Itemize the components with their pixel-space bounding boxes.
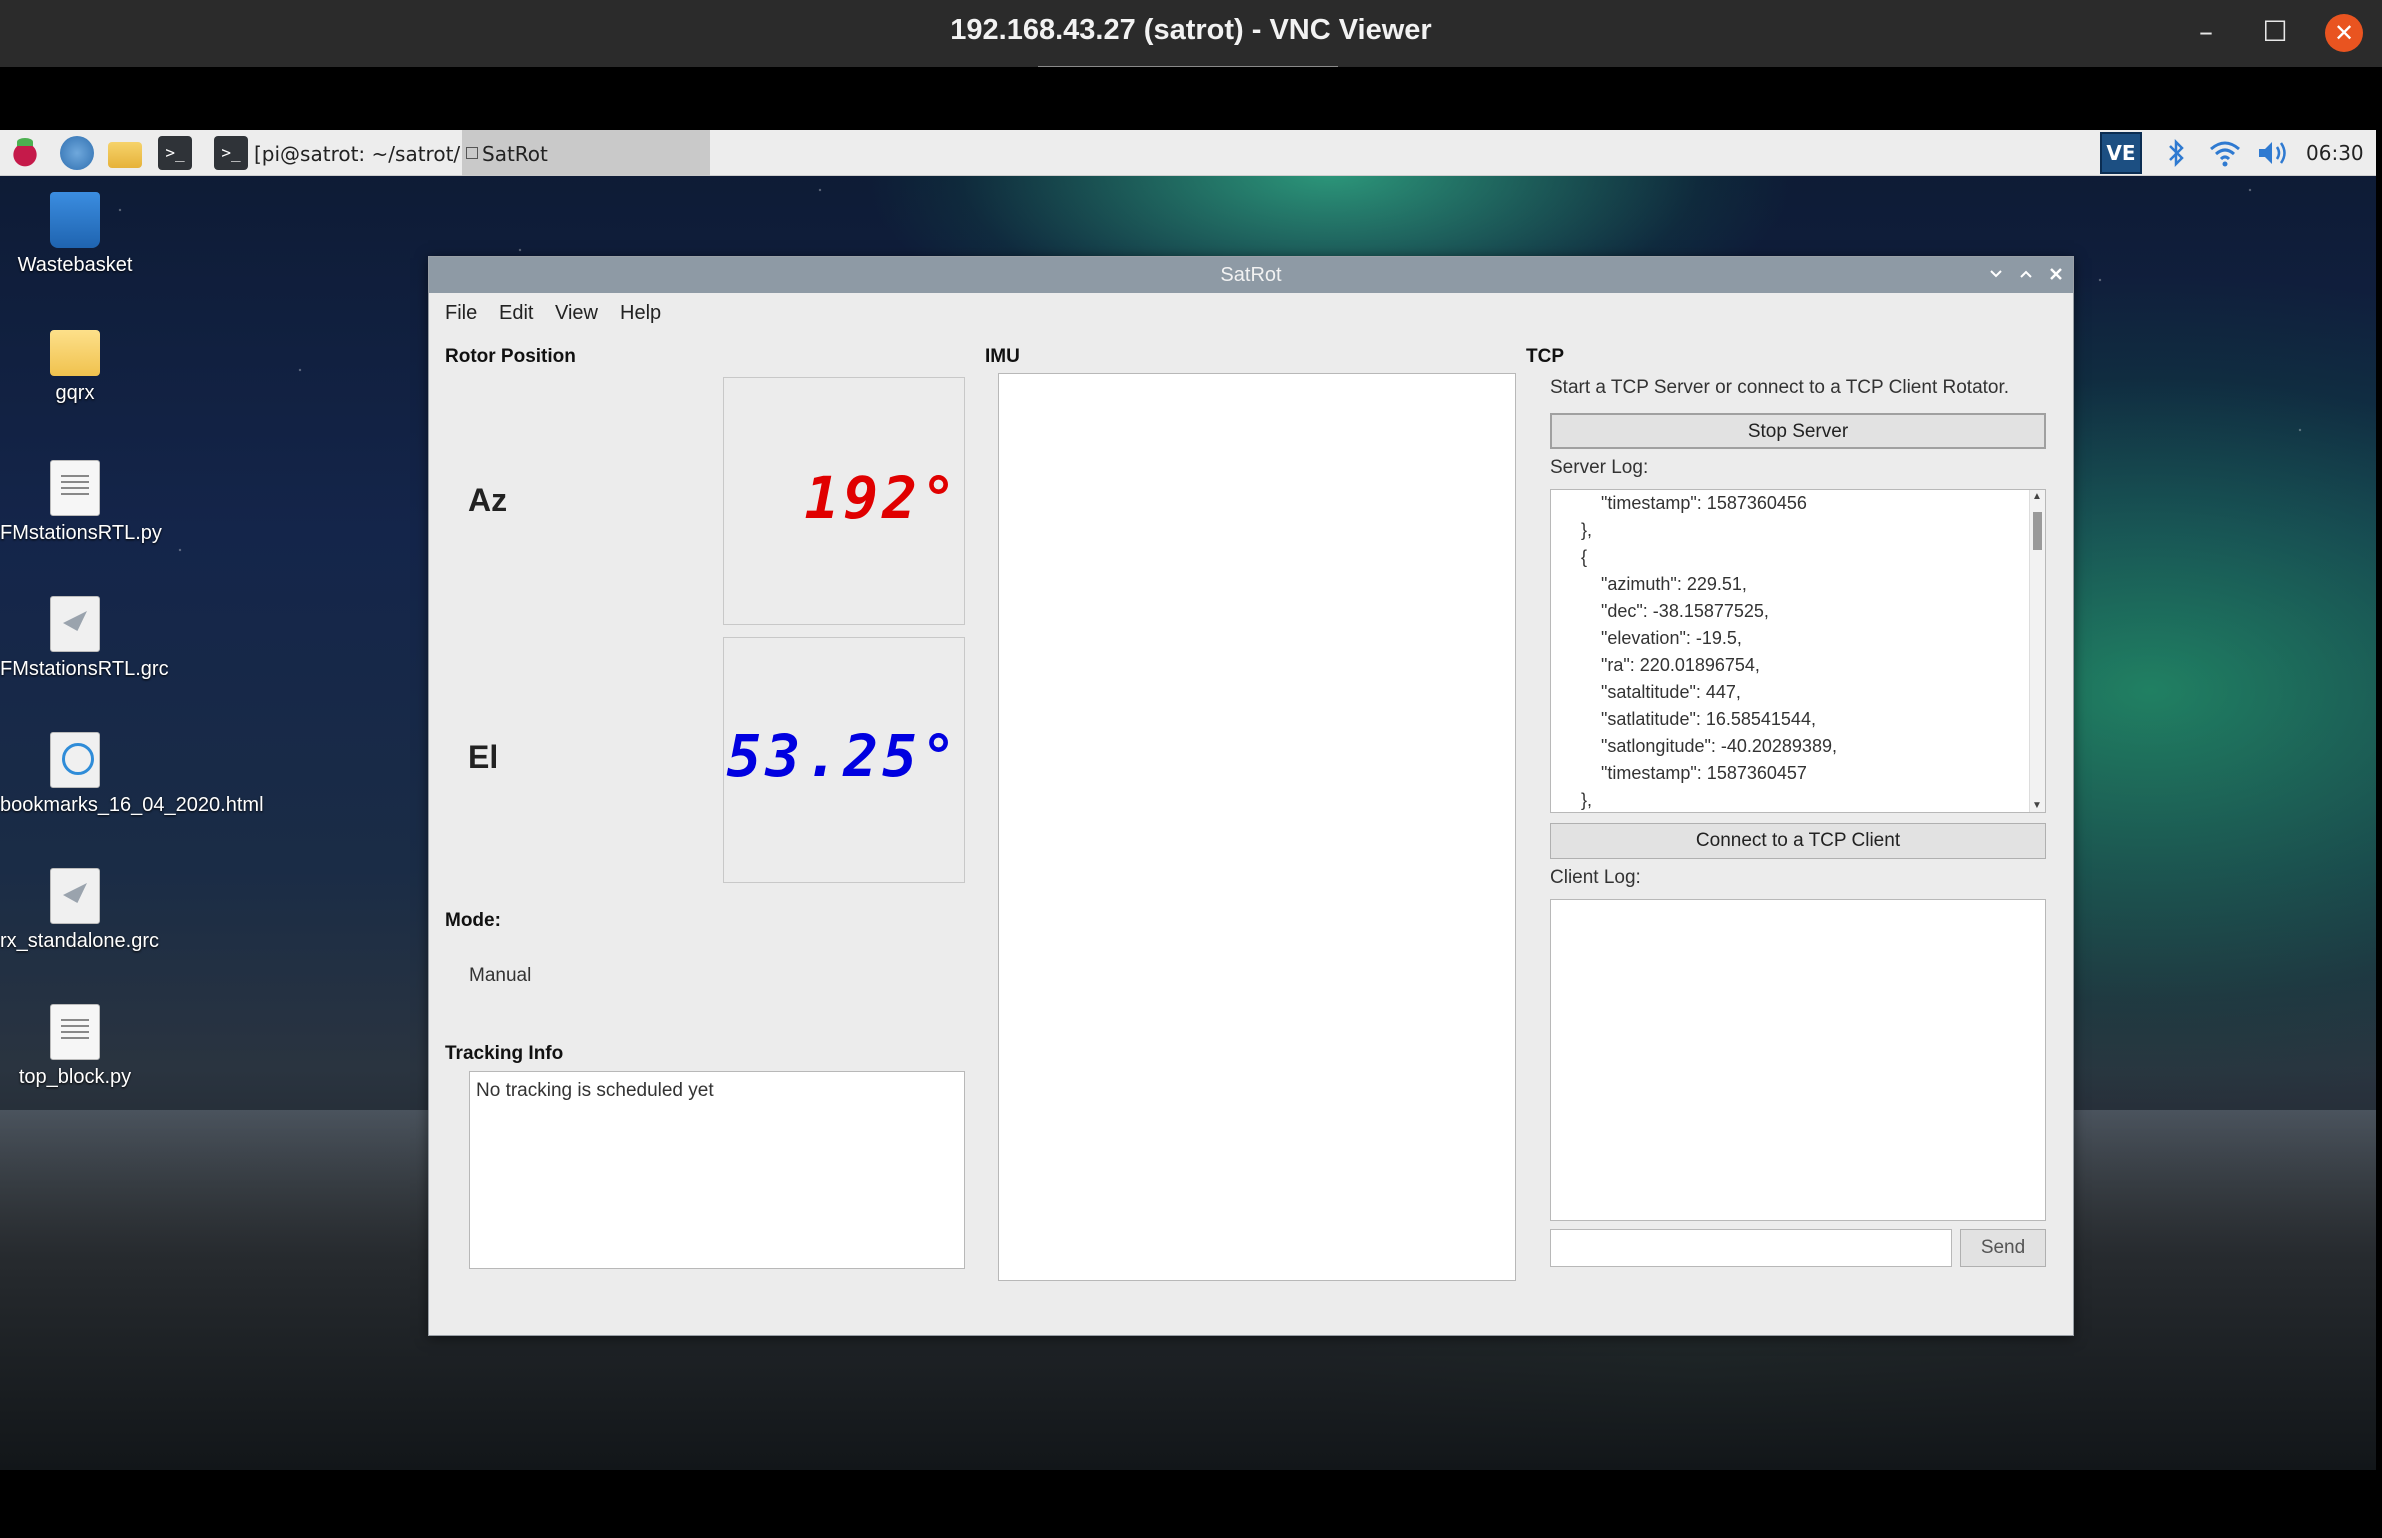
menu-view[interactable]: View	[555, 302, 598, 325]
server-log-label: Server Log:	[1550, 457, 1649, 478]
window-icon	[466, 147, 478, 159]
scroll-down-icon[interactable]: ▼	[2032, 800, 2042, 811]
tracking-info-box[interactable]: No tracking is scheduled yet	[469, 1071, 965, 1269]
web-browser-icon[interactable]	[60, 136, 94, 170]
vnc-letterbox-top	[0, 67, 2382, 130]
taskbar-panel: >_ >_ [pi@satrot: ~/satrot/... SatRot VE…	[0, 130, 2376, 176]
desktop-icon-bookmarks-html[interactable]: bookmarks_16_04_2020.html	[0, 732, 264, 819]
vnc-window-title: 192.168.43.27 (satrot) - VNC Viewer	[950, 14, 1432, 46]
taskbar-item-terminal[interactable]: >_ [pi@satrot: ~/satrot/...	[212, 134, 479, 172]
trash-icon	[50, 192, 100, 248]
connect-tcp-client-button[interactable]: Connect to a TCP Client	[1550, 823, 2046, 859]
azimuth-display: 192°	[723, 377, 965, 625]
file-manager-icon[interactable]	[108, 142, 142, 168]
grc-file-icon	[50, 868, 100, 924]
desktop-icon-gqrx[interactable]: gqrx	[0, 320, 150, 407]
desktop-icon-label: FMstationsRTL.grc	[0, 658, 169, 680]
menu-help[interactable]: Help	[620, 302, 661, 325]
close-icon	[2050, 268, 2062, 280]
window-titlebar[interactable]: SatRot	[429, 257, 2073, 293]
chevron-up-icon	[2020, 270, 2032, 278]
client-message-input[interactable]	[1550, 1229, 1952, 1267]
scrollbar-thumb[interactable]	[2033, 512, 2042, 550]
vnc-letterbox-right	[2376, 130, 2382, 1470]
server-log-text: "timestamp": 1587360456 }, { "azimuth": …	[1581, 493, 1837, 810]
close-button[interactable]: ✕	[2321, 10, 2367, 54]
close-icon: ✕	[2325, 14, 2363, 52]
menu-edit[interactable]: Edit	[499, 302, 533, 325]
scroll-up-icon[interactable]: ▲	[2032, 491, 2042, 502]
vnc-server-icon[interactable]: VE	[2100, 132, 2142, 174]
desktop-icon-label: bookmarks_16_04_2020.html	[0, 794, 264, 816]
menubar: File Edit View Help	[429, 293, 2073, 331]
satrot-window: SatRot File Edit View Help Rotor Positio…	[428, 256, 2074, 1336]
client-log-label: Client Log:	[1550, 867, 1641, 888]
desktop-icon-label: gqrx	[55, 382, 95, 404]
wifi-icon[interactable]	[2208, 138, 2242, 175]
vnc-letterbox-bottom	[0, 1470, 2382, 1538]
desktop-icon-label: FMstationsRTL.py	[0, 522, 162, 544]
tracking-info-title: Tracking Info	[445, 1043, 564, 1064]
desktop-icon-rx-standalone-grc[interactable]: rx_standalone.grc	[0, 868, 159, 955]
desktop-icon-label: rx_standalone.grc	[0, 930, 159, 952]
imu-title: IMU	[985, 346, 1020, 367]
html-file-icon	[50, 732, 100, 788]
menu-file[interactable]: File	[445, 302, 477, 325]
elevation-value: 53.25°	[726, 722, 960, 790]
volume-icon[interactable]	[2256, 138, 2290, 175]
chevron-down-icon	[1990, 270, 2002, 278]
maximize-button[interactable]: ☐	[2252, 10, 2298, 54]
grc-file-icon	[50, 596, 100, 652]
elevation-label: El	[468, 739, 499, 775]
desktop-icon-top-block-py[interactable]: top_block.py	[0, 1004, 150, 1091]
rotor-position-title: Rotor Position	[445, 346, 576, 367]
window-minimize-button[interactable]	[1982, 261, 2010, 289]
send-button[interactable]: Send	[1960, 1229, 2046, 1267]
client-log[interactable]	[1550, 899, 2046, 1221]
desktop-icon-label: top_block.py	[18, 1066, 132, 1088]
tracking-info-text: No tracking is scheduled yet	[476, 1080, 714, 1101]
imu-panel	[998, 373, 1516, 1281]
tcp-title: TCP	[1526, 346, 1564, 367]
elevation-display: 53.25°	[723, 637, 965, 883]
server-log-scrollbar[interactable]: ▲ ▼	[2029, 490, 2045, 812]
folder-icon	[50, 330, 100, 376]
minimize-button[interactable]: –	[2183, 10, 2229, 54]
tcp-description: Start a TCP Server or connect to a TCP C…	[1550, 377, 2010, 398]
taskbar-item-label: SatRot	[482, 142, 548, 166]
stop-server-button[interactable]: Stop Server	[1550, 413, 2046, 449]
window-maximize-button[interactable]	[2012, 261, 2040, 289]
vnc-titlebar: 192.168.43.27 (satrot) - VNC Viewer – ☐ …	[0, 0, 2382, 68]
bluetooth-icon[interactable]	[2165, 138, 2187, 175]
raspberry-menu-icon[interactable]	[8, 136, 42, 170]
desktop-icon-label: Wastebasket	[17, 254, 133, 276]
desktop-icon-wastebasket[interactable]: Wastebasket	[0, 192, 150, 279]
taskbar-item-label: [pi@satrot: ~/satrot/...	[254, 142, 480, 166]
python-file-icon	[50, 1004, 100, 1060]
window-title: SatRot	[1220, 264, 1282, 286]
terminal-icon: >_	[214, 136, 248, 170]
desktop-icon-fmstationsrtl-py[interactable]: FMstationsRTL.py	[0, 460, 162, 547]
server-log[interactable]: "timestamp": 1587360456 }, { "azimuth": …	[1550, 489, 2046, 813]
window-close-button[interactable]	[2042, 261, 2070, 289]
taskbar-item-satrot[interactable]: SatRot	[462, 130, 710, 176]
desktop-icon-fmstationsrtl-grc[interactable]: FMstationsRTL.grc	[0, 596, 169, 683]
python-file-icon	[50, 460, 100, 516]
terminal-icon[interactable]: >_	[158, 136, 192, 170]
mode-value: Manual	[469, 965, 532, 986]
mode-label: Mode:	[445, 910, 501, 931]
azimuth-label: Az	[468, 482, 508, 518]
azimuth-value: 192°	[804, 464, 960, 532]
clock[interactable]: 06:30	[2306, 141, 2364, 165]
